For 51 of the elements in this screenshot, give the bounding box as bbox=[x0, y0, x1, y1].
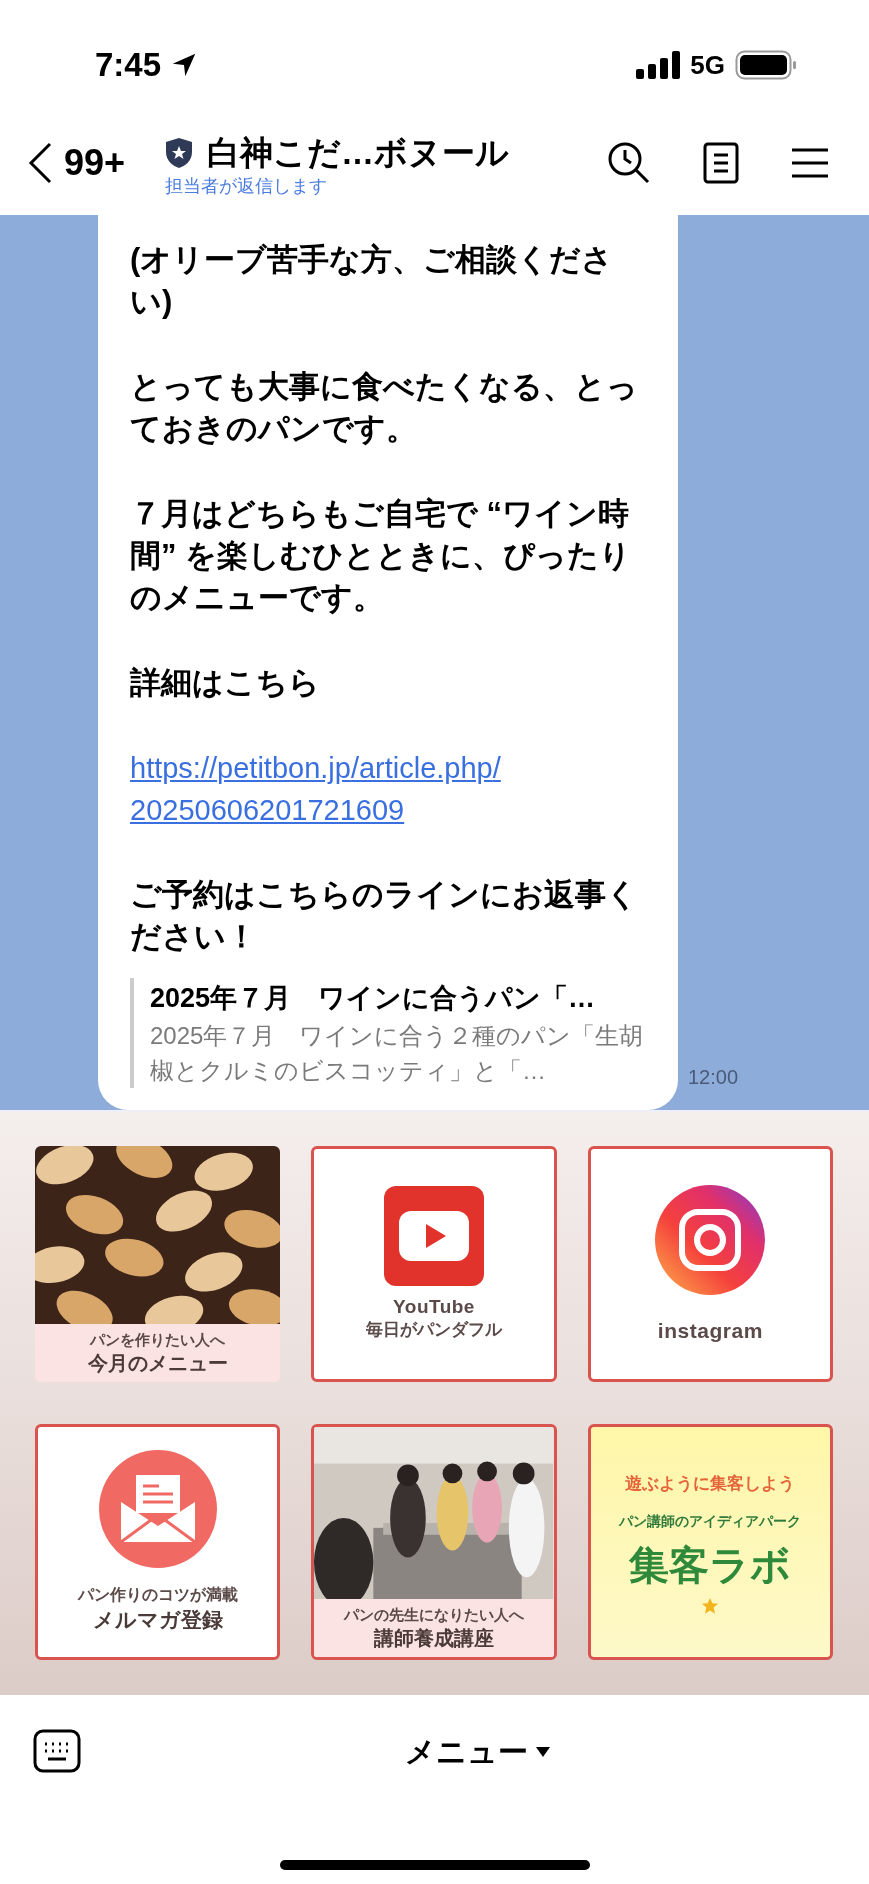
signal-icon bbox=[636, 51, 681, 79]
tile-title: 集客ラボ bbox=[629, 1542, 792, 1589]
chat-title: 白神こだ…ボヌール bbox=[207, 132, 510, 173]
tile-caption: 毎日がパンダフル bbox=[366, 1319, 502, 1341]
caption-title: 今月のメニュー bbox=[87, 1351, 228, 1376]
message-link[interactable]: https://petitbon.jp/article.php/20250606201721609 bbox=[130, 747, 644, 831]
menu-button[interactable] bbox=[791, 146, 829, 179]
shield-star-icon bbox=[165, 136, 194, 169]
caption-text: パンを作りたい人へ bbox=[90, 1330, 226, 1350]
envelope-icon bbox=[98, 1450, 217, 1568]
tile-title: メルマガ登録 bbox=[92, 1607, 223, 1633]
caption-text: パンの先生になりたい人へ bbox=[344, 1605, 524, 1625]
menu-icon bbox=[791, 146, 829, 179]
play-icon bbox=[384, 1186, 484, 1286]
menu-tile[interactable]: instagram bbox=[587, 1146, 833, 1382]
message-text: (オリーブ苦手な方、ご相談ください) bbox=[130, 241, 615, 321]
message-text: ご予約はこちらのラインにお返事ください！ bbox=[130, 876, 639, 956]
menu-tile[interactable]: パン作りのコツが満載 メルマガ登録 bbox=[35, 1424, 281, 1660]
document-icon bbox=[703, 141, 739, 184]
search-clock-icon bbox=[607, 140, 651, 185]
menu-tile[interactable]: 遊ぶように集客しよう パン講師のアイディアパーク 集客ラボ bbox=[587, 1424, 833, 1660]
tile-headline: 遊ぶように集客しよう bbox=[625, 1473, 796, 1495]
status-time: 7:45 bbox=[95, 45, 162, 86]
history-search-button[interactable] bbox=[607, 140, 651, 185]
message-time: 12:00 bbox=[688, 1065, 739, 1090]
camera-icon bbox=[655, 1185, 766, 1295]
link-preview[interactable]: 2025年７月 ワインに合うパン「… 2025年７月 ワインに合う２種のパン「生胡椒とクルミのビスコッティ」と「… bbox=[130, 978, 644, 1088]
network-label: 5G bbox=[690, 48, 725, 82]
keyboard-button[interactable] bbox=[33, 1729, 81, 1773]
menu-toggle[interactable]: メニュー bbox=[405, 1729, 550, 1774]
tile-caption: パン講師のアイディアパーク bbox=[619, 1512, 802, 1531]
battery-icon bbox=[735, 50, 797, 80]
notes-button[interactable] bbox=[703, 141, 739, 184]
message-text: 詳細はこちら bbox=[130, 664, 321, 702]
keyboard-icon bbox=[33, 1729, 81, 1773]
tile-caption: パン作りのコツが満載 bbox=[77, 1585, 238, 1605]
message-text: とっても大事に食べたくなる、とっておきのパンです。 bbox=[130, 368, 639, 448]
tile-label: instagram bbox=[657, 1319, 763, 1343]
chat-subtitle: 担当者が返信します bbox=[165, 175, 329, 198]
menu-tile[interactable]: パンの先生になりたい人へ 講師養成講座 bbox=[311, 1424, 557, 1660]
message-text: ７月はどちらもご自宅で “ワイン時間” を楽しむひとときに、ぴったりのメニューです。 bbox=[130, 495, 633, 617]
preview-title: 2025年７月 ワインに合うパン「… bbox=[150, 982, 597, 1015]
preview-description: 2025年７月 ワインに合う２種のパン「生胡椒とクルミのビスコッティ」と「… bbox=[150, 1021, 644, 1086]
menu-tile[interactable]: パンを作りたい人へ 今月のメニュー bbox=[35, 1146, 281, 1382]
menu-tile[interactable]: YouTube 毎日がパンダフル bbox=[311, 1146, 557, 1382]
caption-title: 講師養成講座 bbox=[374, 1626, 494, 1651]
star-icon bbox=[701, 1597, 720, 1615]
chevron-left-icon bbox=[28, 141, 52, 184]
tile-label: YouTube bbox=[393, 1296, 475, 1318]
caret-down-icon bbox=[536, 1746, 550, 1757]
back-button[interactable]: 99+ bbox=[28, 135, 126, 190]
